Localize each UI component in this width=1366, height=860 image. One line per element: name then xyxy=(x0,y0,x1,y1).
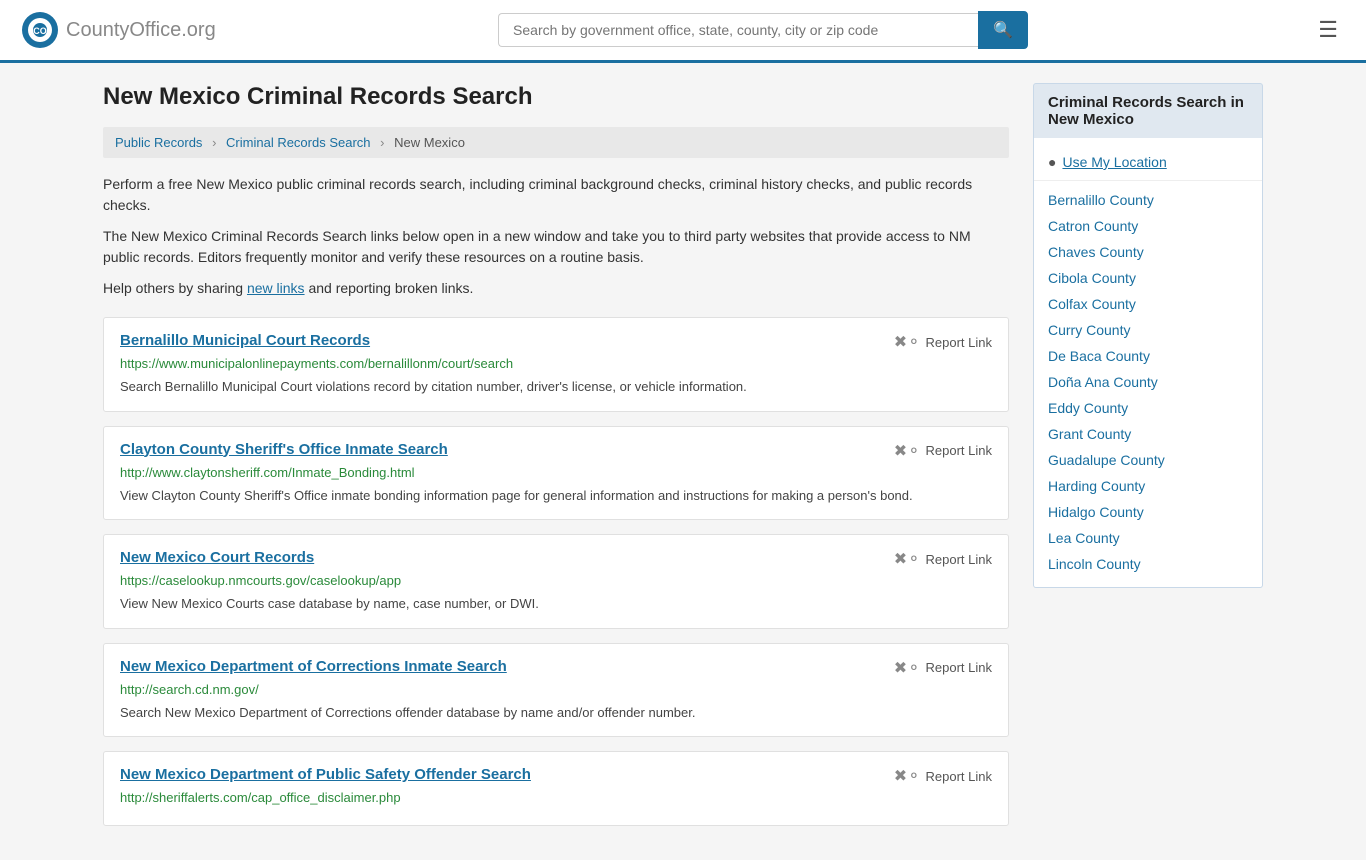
sidebar-county-link[interactable]: Harding County xyxy=(1034,473,1262,499)
record-header: New Mexico Department of Public Safety O… xyxy=(120,766,992,786)
sidebar-county-link[interactable]: Colfax County xyxy=(1034,291,1262,317)
sidebar: Criminal Records Search in New Mexico ● … xyxy=(1033,83,1263,840)
search-area: 🔍 xyxy=(498,11,1028,49)
sidebar-county-link[interactable]: Lea County xyxy=(1034,525,1262,551)
record-url[interactable]: http://search.cd.nm.gov/ xyxy=(120,682,992,697)
record-item: Clayton County Sheriff's Office Inmate S… xyxy=(103,426,1009,521)
records-list: Bernalillo Municipal Court Records ✖⚬ Re… xyxy=(103,317,1009,826)
record-desc: Search New Mexico Department of Correcti… xyxy=(120,703,992,723)
record-header: New Mexico Court Records ✖⚬ Report Link xyxy=(120,549,992,569)
location-icon: ● xyxy=(1048,154,1056,170)
sidebar-title: Criminal Records Search in New Mexico xyxy=(1033,83,1263,138)
report-link[interactable]: ✖⚬ Report Link xyxy=(894,441,992,461)
sidebar-county-link[interactable]: Grant County xyxy=(1034,421,1262,447)
record-title[interactable]: New Mexico Department of Public Safety O… xyxy=(120,766,531,783)
report-icon: ✖⚬ xyxy=(894,658,921,678)
record-item: New Mexico Department of Corrections Inm… xyxy=(103,643,1009,738)
record-header: Clayton County Sheriff's Office Inmate S… xyxy=(120,441,992,461)
new-links-link[interactable]: new links xyxy=(247,280,305,296)
record-title[interactable]: Bernalillo Municipal Court Records xyxy=(120,332,370,349)
description-2: The New Mexico Criminal Records Search l… xyxy=(103,226,1009,268)
report-icon: ✖⚬ xyxy=(894,766,921,786)
record-header: Bernalillo Municipal Court Records ✖⚬ Re… xyxy=(120,332,992,352)
search-input[interactable] xyxy=(498,13,978,47)
report-icon: ✖⚬ xyxy=(894,549,921,569)
report-icon: ✖⚬ xyxy=(894,332,921,352)
description-1: Perform a free New Mexico public crimina… xyxy=(103,174,1009,216)
svg-text:CO: CO xyxy=(33,26,47,36)
page-title: New Mexico Criminal Records Search xyxy=(103,83,1009,111)
sidebar-county-link[interactable]: Curry County xyxy=(1034,317,1262,343)
record-url[interactable]: http://sheriffalerts.com/cap_office_disc… xyxy=(120,790,992,805)
sidebar-county-link[interactable]: Chaves County xyxy=(1034,239,1262,265)
breadcrumb-criminal-records[interactable]: Criminal Records Search xyxy=(226,135,371,150)
report-link[interactable]: ✖⚬ Report Link xyxy=(894,332,992,352)
sidebar-county-link[interactable]: De Baca County xyxy=(1034,343,1262,369)
sidebar-county-link[interactable]: Guadalupe County xyxy=(1034,447,1262,473)
breadcrumb-current: New Mexico xyxy=(394,135,465,150)
menu-button[interactable]: ☰ xyxy=(1310,13,1346,47)
logo-icon: CO xyxy=(20,10,60,50)
record-url[interactable]: https://www.municipalonlinepayments.com/… xyxy=(120,356,992,371)
sidebar-county-link[interactable]: Catron County xyxy=(1034,213,1262,239)
record-item: New Mexico Department of Public Safety O… xyxy=(103,751,1009,826)
breadcrumb: Public Records › Criminal Records Search… xyxy=(103,127,1009,158)
report-icon: ✖⚬ xyxy=(894,441,921,461)
record-title[interactable]: New Mexico Department of Corrections Inm… xyxy=(120,658,507,675)
report-link[interactable]: ✖⚬ Report Link xyxy=(894,766,992,786)
description-3: Help others by sharing new links and rep… xyxy=(103,278,1009,299)
county-links: Bernalillo CountyCatron CountyChaves Cou… xyxy=(1034,187,1262,577)
sidebar-county-link[interactable]: Hidalgo County xyxy=(1034,499,1262,525)
sidebar-county-link[interactable]: Eddy County xyxy=(1034,395,1262,421)
sidebar-body: ● Use My Location Bernalillo CountyCatro… xyxy=(1033,138,1263,588)
record-url[interactable]: http://www.claytonsheriff.com/Inmate_Bon… xyxy=(120,465,992,480)
record-desc: Search Bernalillo Municipal Court violat… xyxy=(120,377,992,397)
record-desc: View Clayton County Sheriff's Office inm… xyxy=(120,486,992,506)
use-location[interactable]: ● Use My Location xyxy=(1034,148,1262,181)
logo-area: CO CountyOffice.org xyxy=(20,10,216,50)
sidebar-county-link[interactable]: Cibola County xyxy=(1034,265,1262,291)
main-content: New Mexico Criminal Records Search Publi… xyxy=(103,83,1009,840)
main-container: New Mexico Criminal Records Search Publi… xyxy=(83,63,1283,860)
record-desc: View New Mexico Courts case database by … xyxy=(120,594,992,614)
report-link[interactable]: ✖⚬ Report Link xyxy=(894,549,992,569)
record-header: New Mexico Department of Corrections Inm… xyxy=(120,658,992,678)
record-item: New Mexico Court Records ✖⚬ Report Link … xyxy=(103,534,1009,629)
record-url[interactable]: https://caselookup.nmcourts.gov/caselook… xyxy=(120,573,992,588)
sidebar-county-link[interactable]: Doña Ana County xyxy=(1034,369,1262,395)
header: CO CountyOffice.org 🔍 ☰ xyxy=(0,0,1366,63)
record-title[interactable]: New Mexico Court Records xyxy=(120,549,314,566)
logo-text: CountyOffice.org xyxy=(66,19,216,42)
use-location-link[interactable]: Use My Location xyxy=(1062,154,1166,170)
sidebar-county-link[interactable]: Bernalillo County xyxy=(1034,187,1262,213)
record-item: Bernalillo Municipal Court Records ✖⚬ Re… xyxy=(103,317,1009,412)
sidebar-county-link[interactable]: Lincoln County xyxy=(1034,551,1262,577)
search-button[interactable]: 🔍 xyxy=(978,11,1028,49)
breadcrumb-public-records[interactable]: Public Records xyxy=(115,135,202,150)
header-right: ☰ xyxy=(1310,13,1346,47)
record-title[interactable]: Clayton County Sheriff's Office Inmate S… xyxy=(120,441,448,458)
report-link[interactable]: ✖⚬ Report Link xyxy=(894,658,992,678)
